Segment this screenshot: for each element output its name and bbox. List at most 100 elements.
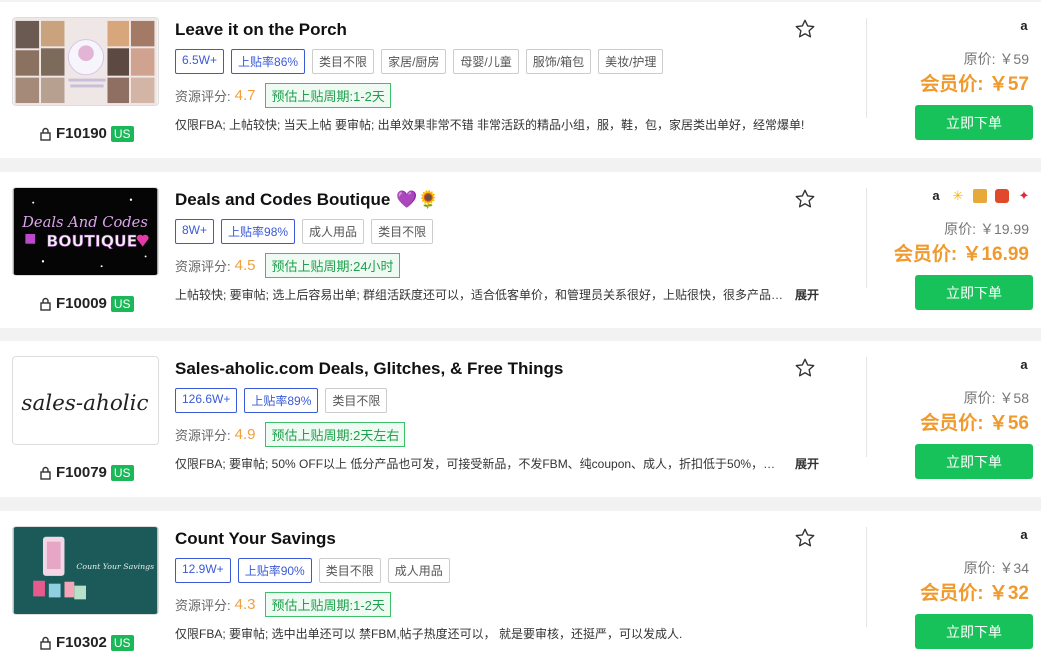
members-tag: 8W+ [175,219,215,244]
member-price-label: 会员价: [920,74,989,95]
original-price-value: 19.99 [993,221,1029,237]
member-price: 会员价: ￥56 [920,408,1029,435]
original-price: 原价: ￥19.99 [944,219,1029,239]
post-rate-tag: 上贴率90% [237,558,312,583]
favorite-star-icon[interactable] [794,527,816,549]
group-title[interactable]: Deals and Codes Boutique 💜🌻 [175,190,439,210]
group-description: 仅限FBA; 要审帖; 选中出单还可以 禁FBM,帖子热度还可以， 就是要审核，… [175,627,683,641]
buy-now-button[interactable]: 立即下单 [915,444,1033,479]
group-thumbnail[interactable]: sales-aholic [12,356,159,445]
members-tag: 6.5W+ [175,49,225,74]
rating-label: 资源评分: [175,89,231,104]
lock-icon [40,636,51,650]
amazon-icon: a [932,188,940,203]
logo-text: Count Your Savings [76,562,154,571]
listing-card: sales-aholic F10079 US Sales-aholic.com … [0,341,1041,497]
category-tag: 类目不限 [312,49,375,74]
group-id-row: F10190 US [40,125,134,142]
rating-row: 资源评分: 4.3 预估上贴周期:1-2天 [175,592,391,617]
category-tag: 成人用品 [387,558,450,583]
group-thumbnail[interactable]: Deals And Codes BOUTIQUE [12,187,159,276]
group-id: F10009 [56,295,107,312]
original-price: 原价: ￥59 [964,49,1029,69]
title-emoji: 💜🌻 [396,190,439,209]
marketplace-icons: a [1017,19,1031,33]
post-rate-tag: 上贴率86% [231,49,306,74]
member-price: 会员价: ￥57 [920,69,1029,96]
divider [866,188,867,288]
original-price-label: 原价: [963,560,1000,576]
original-price-label: 原价: [963,390,1000,406]
member-price: 会员价: ￥32 [920,578,1029,605]
original-price-value: 34 [1013,560,1029,576]
group-title[interactable]: Count Your Savings [175,529,336,549]
group-description: 仅限FBA; 要审帖; 50% OFF以上 低分产品也可发，可接受新品，不发FB… [175,457,787,471]
member-price-label: 会员价: [893,244,963,265]
period-badge: 预估上贴周期:2天左右 [265,422,406,447]
rating-score: 4.9 [234,426,256,443]
category-tag: 类目不限 [325,388,388,413]
group-id-row: F10009 US [40,295,134,312]
rating-row: 资源评分: 4.9 预估上贴周期:2天左右 [175,422,406,447]
porch-collage-image [13,18,158,105]
region-badge: US [110,295,134,312]
buy-now-button[interactable]: 立即下单 [915,105,1033,140]
divider [866,357,867,457]
count-savings-logo-image: Count Your Savings [13,527,158,614]
logo-line2: BOUTIQUE [46,232,137,251]
rating-score: 4.5 [234,257,256,274]
group-id: F10190 [56,125,107,142]
group-id: F10302 [56,634,107,651]
tag-list: 126.6W+ 上贴率89% 类目不限 [175,388,388,413]
tag-list: 6.5W+ 上贴率86% 类目不限 家居/厨房 母婴/儿童 服饰/箱包 美妆/护… [175,49,664,74]
region-badge: US [110,634,134,651]
shopping-bag-icon [973,189,987,203]
category-tag: 类目不限 [318,558,381,583]
original-price: 原价: ￥58 [964,388,1029,408]
group-title[interactable]: Leave it on the Porch [175,20,347,40]
tag-list: 8W+ 上贴率98% 成人用品 类目不限 [175,219,434,244]
members-tag: 126.6W+ [175,388,238,413]
currency: ￥ [988,74,1008,95]
amazon-icon: a [1020,18,1028,33]
period-badge: 预估上贴周期:1-2天 [265,83,391,108]
category-tag: 家居/厨房 [381,49,447,74]
buy-now-button[interactable]: 立即下单 [915,614,1033,649]
group-title[interactable]: Sales-aholic.com Deals, Glitches, & Free… [175,359,563,379]
member-price-value: 32 [1007,583,1029,604]
buy-now-button[interactable]: 立即下单 [915,275,1033,310]
category-tag: 类目不限 [371,219,434,244]
deals-codes-logo-image: Deals And Codes BOUTIQUE [13,188,158,275]
post-rate-tag: 上贴率98% [221,219,296,244]
group-id-row: F10302 US [40,634,134,651]
member-price-label: 会员价: [920,413,989,434]
currency: ￥ [999,560,1014,576]
category-tag: 服饰/箱包 [525,49,592,74]
currency: ￥ [999,51,1014,67]
logo-text: sales-aholic [21,391,148,416]
listing-card: Deals And Codes BOUTIQUE F10009 US Deals… [0,172,1041,328]
rating-score: 4.7 [234,87,256,104]
favorite-star-icon[interactable] [794,188,816,210]
member-price-label: 会员价: [920,583,989,604]
amazon-icon: a [1020,357,1028,372]
divider [866,18,867,118]
group-description: 上帖较快; 要审帖; 选上后容易出单; 群组活跃度还可以，适合低客单价，和管理员… [175,288,787,302]
rating-label: 资源评分: [175,259,231,274]
expand-link[interactable]: 展开 [791,455,820,472]
red-store-icon [995,189,1009,203]
group-title-text: Sales-aholic.com Deals, Glitches, & Free… [175,359,564,378]
lock-icon [40,297,51,311]
expand-link[interactable]: 展开 [791,286,820,303]
favorite-star-icon[interactable] [794,18,816,40]
group-thumbnail[interactable]: Count Your Savings [12,526,159,615]
favorite-star-icon[interactable] [794,357,816,379]
currency: ￥ [979,221,994,237]
original-price-label: 原价: [963,51,1000,67]
group-thumbnail[interactable] [12,17,159,106]
members-tag: 12.9W+ [175,558,231,583]
category-tag: 母婴/儿童 [453,49,519,74]
group-id-row: F10079 US [40,464,134,481]
region-badge: US [110,125,134,142]
member-price-value: 56 [1007,413,1029,434]
